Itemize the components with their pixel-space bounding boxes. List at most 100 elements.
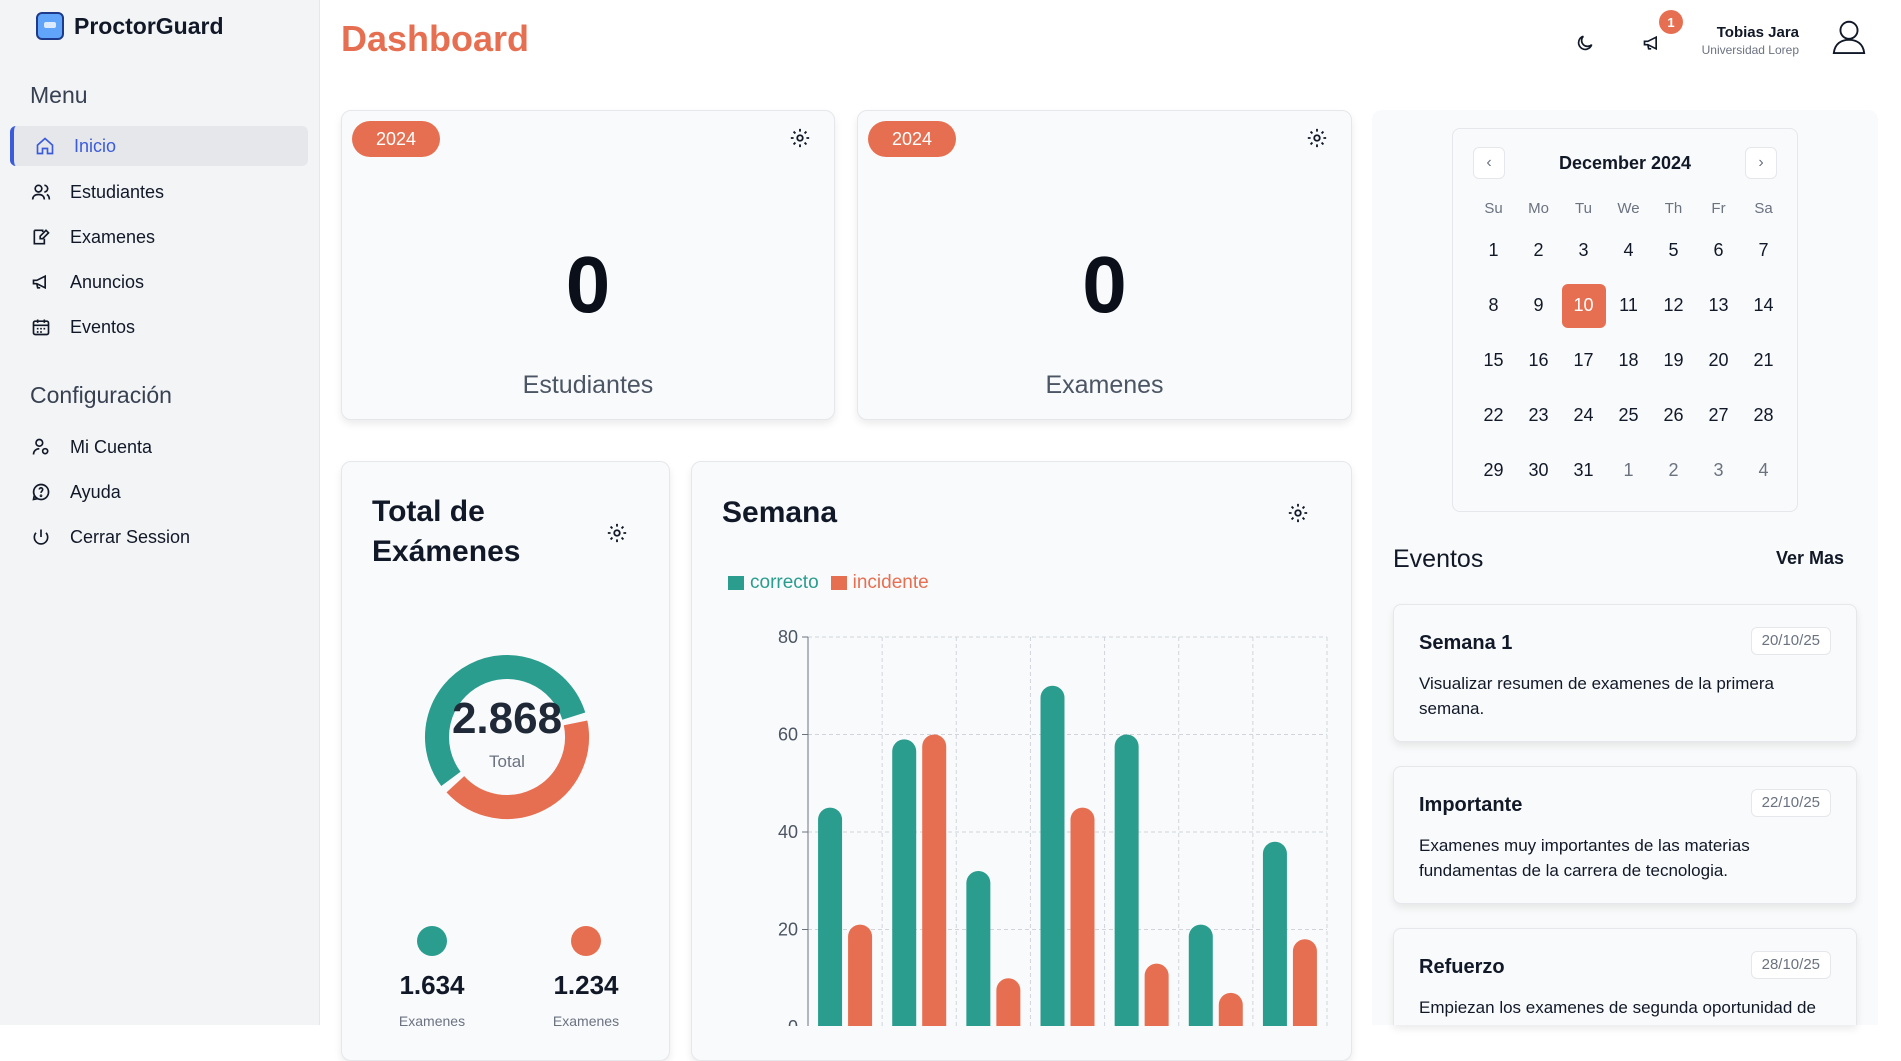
calendar-day[interactable]: 14 — [1741, 278, 1786, 333]
bar-incidente — [1218, 992, 1243, 1026]
dark-mode-toggle[interactable] — [1573, 31, 1597, 55]
event-card[interactable]: Refuerzo 28/10/25 Empiezan los examenes … — [1393, 928, 1857, 1025]
see-more-link[interactable]: Ver Mas — [1776, 548, 1844, 569]
calendar-month: December 2024 — [1558, 153, 1692, 173]
semana-card: Semana correcto incidente 020406080 — [691, 461, 1352, 1061]
calendar-day[interactable]: 4 — [1741, 443, 1786, 498]
event-description: Visualizar resumen de examenes de la pri… — [1419, 674, 1774, 718]
calendar: ‹ › December 2024 Su Mo Tu We Th Fr Sa 1 2 3 4 5 6 7 8… — [1452, 128, 1798, 512]
event-card[interactable]: Semana 1 20/10/25 Visualizar resumen de … — [1393, 604, 1857, 742]
exams-count: 0 — [1082, 240, 1127, 329]
calendar-day[interactable]: 29 — [1471, 443, 1516, 498]
calendar-day[interactable]: 2 — [1516, 223, 1561, 278]
event-name: Refuerzo — [1419, 956, 1505, 978]
calendar-day[interactable]: 23 — [1516, 388, 1561, 443]
sidebar: ProctorGuard Menu Inicio Estudiantes Exa… — [0, 0, 320, 1025]
avatar[interactable] — [1829, 16, 1869, 56]
calendar-day[interactable]: 15 — [1471, 333, 1516, 388]
calendar-day[interactable]: 31 — [1561, 443, 1606, 498]
event-description: Empiezan los examenes de segunda oportun… — [1419, 998, 1816, 1017]
y-tick-label: 40 — [778, 822, 798, 842]
calendar-day[interactable]: 2 — [1651, 443, 1696, 498]
exams-label: Examenes — [1045, 371, 1164, 399]
exams-card: 2024 0 Examenes — [857, 110, 1352, 420]
bar-correcto — [892, 739, 917, 1026]
calendar-day[interactable]: 4 — [1606, 223, 1651, 278]
calendar-day[interactable]: 24 — [1561, 388, 1606, 443]
sidebar-item-mi-cuenta[interactable]: Mi Cuenta — [10, 427, 308, 467]
calendar-day[interactable]: 19 — [1651, 333, 1696, 388]
event-card[interactable]: Importante 22/10/25 Examenes muy importa… — [1393, 766, 1857, 904]
calendar-day[interactable]: 30 — [1516, 443, 1561, 498]
correct-label: Examenes — [398, 1013, 466, 1029]
user-name: Tobias Jara — [1716, 24, 1799, 41]
calendar-day[interactable]: 27 — [1696, 388, 1741, 443]
weekday-label: We — [1617, 200, 1640, 217]
calendar-day[interactable]: 8 — [1471, 278, 1516, 333]
event-description: Examenes muy importantes de las materias… — [1419, 836, 1750, 880]
sidebar-item-label: Ayuda — [70, 481, 121, 502]
incident-dot — [571, 926, 601, 956]
calendar-day[interactable]: 17 — [1561, 333, 1606, 388]
robot-logo-icon — [36, 12, 64, 40]
bar-correcto — [818, 807, 843, 1026]
calendar-day[interactable]: 7 — [1741, 223, 1786, 278]
calendar-day[interactable]: 12 — [1651, 278, 1696, 333]
calendar-day[interactable]: 28 — [1741, 388, 1786, 443]
sidebar-item-anuncios[interactable]: Anuncios — [10, 262, 308, 302]
bar-correcto — [1262, 841, 1287, 1026]
sidebar-item-cerrar-session[interactable]: Cerrar Session — [10, 517, 308, 557]
y-tick-label: 60 — [778, 725, 798, 745]
total-title: Total de Exámenes — [372, 495, 521, 568]
calendar-day[interactable]: 3 — [1696, 443, 1741, 498]
calendar-day[interactable]: 18 — [1606, 333, 1651, 388]
notification-badge: 1 — [1659, 10, 1683, 34]
calendar-day[interactable]: 26 — [1651, 388, 1696, 443]
help-icon — [30, 481, 52, 503]
sidebar-item-examenes[interactable]: Examenes — [10, 217, 308, 257]
user-university: Universidad Lorep — [1701, 43, 1799, 57]
bar-incidente — [1070, 807, 1095, 1026]
edit-icon — [30, 226, 52, 248]
event-name: Importante — [1419, 794, 1523, 816]
menu-section-title: Menu — [30, 82, 88, 108]
sidebar-item-eventos[interactable]: Eventos — [10, 307, 308, 347]
sidebar-item-estudiantes[interactable]: Estudiantes — [10, 172, 308, 212]
calendar-day-selected[interactable]: 10 — [1561, 278, 1606, 333]
year-badge[interactable]: 2024 — [352, 121, 440, 157]
sidebar-item-inicio[interactable]: Inicio — [10, 126, 308, 166]
bar-correcto — [966, 871, 991, 1026]
gear-icon[interactable] — [1306, 127, 1328, 149]
bar-incidente — [848, 924, 873, 1026]
calendar-day[interactable]: 25 — [1606, 388, 1651, 443]
notifications-button[interactable] — [1640, 31, 1664, 55]
app-logo[interactable]: ProctorGuard — [36, 12, 224, 40]
calendar-day[interactable]: 11 — [1606, 278, 1651, 333]
year-badge[interactable]: 2024 — [868, 121, 956, 157]
total-label: Total — [489, 752, 525, 771]
events-title: Eventos — [1393, 545, 1484, 573]
calendar-day[interactable]: 1 — [1606, 443, 1651, 498]
megaphone-icon — [30, 271, 52, 293]
bar-correcto — [1114, 734, 1139, 1026]
calendar-day[interactable]: 9 — [1516, 278, 1561, 333]
page-title: Dashboard — [341, 18, 530, 59]
calendar-day[interactable]: 3 — [1561, 223, 1606, 278]
calendar-day[interactable]: 22 — [1471, 388, 1516, 443]
calendar-day[interactable]: 20 — [1696, 333, 1741, 388]
calendar-day[interactable]: 6 — [1696, 223, 1741, 278]
sidebar-item-label: Inicio — [74, 135, 117, 156]
weekday-label: Th — [1664, 200, 1683, 217]
total-exams-card: Total de Exámenes 2.868 Total 1.634 Exam… — [341, 461, 670, 1061]
gear-icon[interactable] — [789, 127, 811, 149]
calendar-day[interactable]: 16 — [1516, 333, 1561, 388]
calendar-day[interactable]: 13 — [1696, 278, 1741, 333]
gear-icon[interactable] — [606, 522, 628, 544]
sidebar-item-label: Cerrar Session — [70, 526, 191, 547]
correct-dot — [417, 926, 447, 956]
calendar-day[interactable]: 21 — [1741, 333, 1786, 388]
students-count: 0 — [565, 240, 611, 329]
calendar-day[interactable]: 5 — [1651, 223, 1696, 278]
calendar-day[interactable]: 1 — [1471, 223, 1516, 278]
sidebar-item-ayuda[interactable]: Ayuda — [10, 472, 308, 512]
